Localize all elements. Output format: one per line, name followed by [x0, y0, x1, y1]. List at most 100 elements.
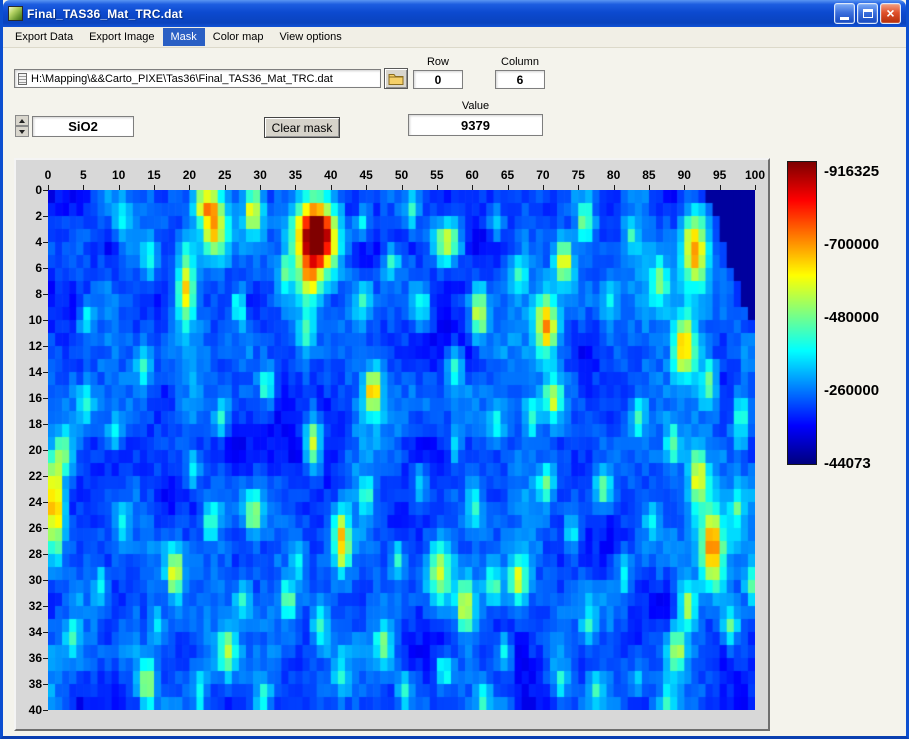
x-tick-label: 85 [642, 168, 656, 182]
x-tick-label: 35 [288, 168, 303, 182]
x-tick-label: 60 [465, 168, 479, 182]
y-tick-label: 30 [28, 573, 42, 587]
y-tick-mark [43, 684, 48, 685]
x-tick-mark [507, 185, 509, 190]
y-tick-label: 18 [28, 417, 42, 431]
y-tick-label: 16 [28, 391, 42, 405]
x-tick-mark [330, 185, 332, 190]
y-tick-mark [43, 580, 48, 581]
x-tick-mark [154, 185, 156, 190]
column-value[interactable]: 6 [495, 70, 545, 89]
y-tick-mark [43, 658, 48, 659]
y-tick-mark [43, 632, 48, 633]
x-tick-label: 15 [147, 168, 161, 182]
colorbar-label: -44073 [824, 455, 871, 472]
x-tick-label: 20 [182, 168, 197, 182]
y-tick-label: 38 [28, 677, 42, 691]
colorbar-label: -916325 [824, 163, 880, 180]
colorbar-label: -480000 [824, 309, 880, 326]
row-indicator: Row 0 [413, 56, 463, 89]
y-tick-label: 8 [35, 287, 42, 301]
x-tick-mark [48, 185, 49, 190]
value-value: 9379 [408, 114, 543, 136]
x-tick-mark [578, 185, 580, 190]
row-label: Row [426, 56, 449, 68]
x-tick-mark [684, 185, 686, 190]
x-tick-mark [542, 185, 544, 190]
x-tick-mark [436, 185, 438, 190]
y-tick-label: 0 [35, 183, 42, 197]
spinner-down-button[interactable] [15, 126, 29, 137]
value-indicator: Value 9379 [408, 100, 543, 136]
x-tick-mark [118, 185, 120, 190]
x-tick-mark [366, 185, 368, 190]
heatmap-canvas[interactable] [48, 190, 755, 710]
x-tick-label: 55 [430, 168, 444, 182]
column-label: Column [501, 56, 539, 68]
heatmap-panel: 0 5 10 15 20 25 30 35 40 45 50 55 60 65 70 75 80 85 90 95 10… [14, 158, 770, 731]
x-tick-label: 40 [324, 168, 338, 182]
y-tick-label: 10 [28, 313, 42, 327]
y-tick-label: 26 [28, 521, 42, 535]
y-tick-mark [43, 424, 48, 425]
menu-item-export-data[interactable]: Export Data [7, 28, 81, 46]
y-tick-label: 32 [28, 599, 42, 613]
y-tick-mark [43, 450, 48, 451]
x-tick-label: 90 [677, 168, 691, 182]
element-spinner[interactable] [15, 115, 29, 137]
minimize-button[interactable] [834, 3, 855, 24]
y-tick-mark [43, 372, 48, 373]
x-tick-label: 45 [359, 168, 373, 182]
x-tick-label: 10 [112, 168, 126, 182]
y-tick-label: 40 [28, 703, 42, 717]
menu-item-export-image[interactable]: Export Image [81, 28, 162, 46]
colorbar-label: -260000 [824, 382, 880, 399]
clear-mask-button[interactable]: Clear mask [264, 117, 340, 138]
path-type-icon [18, 72, 27, 85]
spinner-up-button[interactable] [15, 115, 29, 126]
element-selector: SiO2 [15, 115, 134, 137]
maximize-icon [862, 9, 873, 18]
x-tick-label: 95 [712, 168, 727, 182]
app-icon [8, 6, 23, 21]
title-buttons: × [834, 3, 901, 24]
maximize-button[interactable] [857, 3, 878, 24]
y-tick-mark [43, 528, 48, 529]
arrow-up-icon [19, 118, 25, 123]
file-path-field[interactable]: H:\Mapping\&&Carto_PIXE\Tas36\Final_TAS3… [14, 69, 381, 88]
y-tick-label: 36 [28, 651, 42, 665]
minimize-icon [840, 17, 849, 20]
client-area: H:\Mapping\&&Carto_PIXE\Tas36\Final_TAS3… [3, 48, 906, 736]
x-tick-mark [648, 185, 650, 190]
x-tick-label: 100 [744, 168, 766, 182]
menu-item-color-map[interactable]: Color map [205, 28, 272, 46]
y-tick-mark [43, 242, 48, 243]
x-tick-label: 5 [80, 168, 87, 182]
y-tick-label: 12 [28, 339, 42, 353]
menu-item-view-options[interactable]: View options [272, 28, 350, 46]
menu-bar: Export Data Export Image Mask Color map View… [3, 27, 906, 48]
close-button[interactable]: × [880, 3, 901, 24]
y-tick-label: 4 [35, 235, 42, 249]
value-label: Value [461, 100, 490, 112]
y-tick-label: 20 [28, 443, 42, 457]
colorbar-label: -700000 [824, 236, 880, 253]
browse-button[interactable] [384, 68, 408, 89]
x-tick-mark [755, 185, 756, 190]
y-tick-mark [43, 398, 48, 399]
y-tick-label: 2 [35, 209, 42, 223]
title-bar[interactable]: Final_TAS36_Mat_TRC.dat × [3, 0, 906, 27]
x-tick-label: 65 [500, 168, 515, 182]
element-ring-value[interactable]: SiO2 [32, 115, 134, 137]
y-tick-mark [43, 710, 48, 711]
x-tick-mark [260, 185, 262, 190]
x-tick-mark [83, 185, 85, 190]
y-tick-mark [43, 554, 48, 555]
row-value[interactable]: 0 [413, 70, 463, 89]
menu-item-mask[interactable]: Mask [162, 28, 205, 46]
x-tick-label: 75 [571, 168, 585, 182]
folder-icon [388, 73, 404, 85]
colorbar-wrap: -916325 -700000 -480000 -260000 -44073 [787, 161, 906, 472]
y-tick-mark [43, 294, 48, 295]
y-tick-label: 6 [35, 261, 42, 275]
